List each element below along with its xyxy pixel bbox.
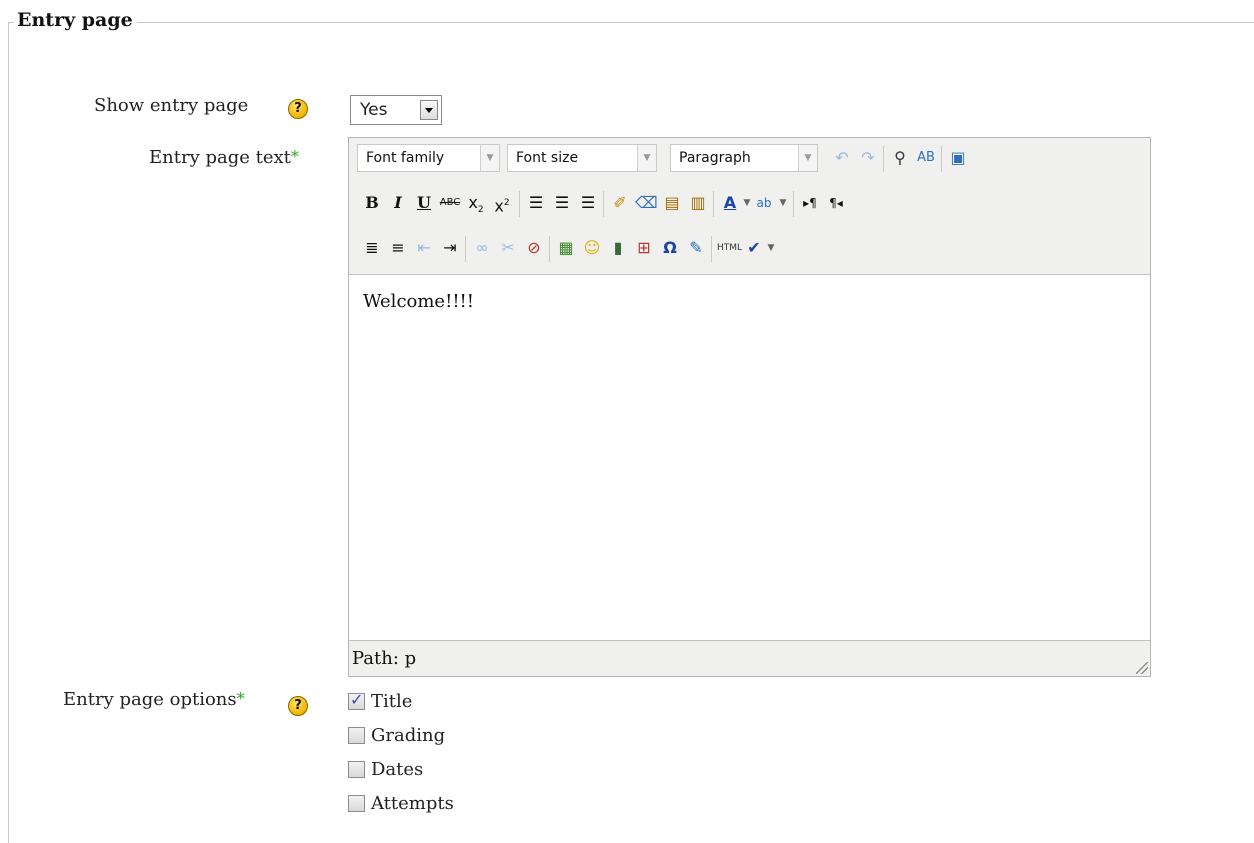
- toolbar-separator: [519, 191, 520, 217]
- toolbar-separator: [603, 191, 604, 217]
- align-right-icon[interactable]: ☰: [577, 192, 599, 214]
- rtl-icon[interactable]: ¶◂: [825, 192, 847, 214]
- editor-content-area[interactable]: Welcome!!!!: [349, 274, 1150, 641]
- chevron-down-icon: ▼: [637, 145, 656, 171]
- find-icon[interactable]: ⚲: [889, 147, 911, 169]
- background-color-icon[interactable]: ab: [753, 192, 775, 214]
- required-marker: *: [236, 689, 245, 708]
- strikethrough-icon[interactable]: ABC: [439, 192, 461, 214]
- text-color-dropdown-icon[interactable]: ▼: [741, 192, 753, 214]
- editor-status-bar: Path: p: [349, 641, 1150, 676]
- toolbar-separator: [883, 146, 884, 172]
- nolink-icon[interactable]: ⊘: [523, 237, 545, 259]
- chevron-down-icon: ▼: [798, 145, 817, 171]
- toolbar-separator: [793, 191, 794, 217]
- background-color-dropdown-icon[interactable]: ▼: [777, 192, 789, 214]
- checkbox-grading[interactable]: [348, 727, 365, 744]
- text-color-icon[interactable]: A: [719, 192, 741, 214]
- checkbox-dates[interactable]: [348, 761, 365, 778]
- insert-table-icon[interactable]: ⊞: [633, 237, 655, 259]
- superscript-icon[interactable]: x2: [491, 192, 513, 215]
- remove-format-icon[interactable]: ⌫: [635, 192, 658, 214]
- outdent-icon[interactable]: ⇤: [413, 237, 435, 259]
- unlink-icon[interactable]: ✂: [497, 237, 519, 259]
- help-icon[interactable]: ?: [288, 99, 308, 119]
- checkbox-attempts[interactable]: [348, 795, 365, 812]
- font-family-select[interactable]: Font family ▼: [357, 144, 500, 172]
- align-left-icon[interactable]: ☰: [525, 192, 547, 214]
- editor-path: Path: p: [352, 648, 417, 669]
- align-center-icon[interactable]: ☰: [551, 192, 573, 214]
- entry-page-options-label: Entry page options*: [63, 689, 245, 710]
- format-select[interactable]: Paragraph ▼: [670, 144, 818, 172]
- chevron-down-icon: ▼: [480, 145, 499, 171]
- resize-grip-icon[interactable]: [1136, 662, 1148, 674]
- rich-text-editor: Font family ▼ Font size ▼ Paragraph ▼ ↶ …: [348, 137, 1151, 677]
- editor-text: Welcome!!!!: [363, 291, 475, 312]
- entry-page-text-label: Entry page text*: [149, 147, 299, 168]
- emoticon-icon[interactable]: ☺: [581, 237, 603, 259]
- spellcheck-dropdown-icon[interactable]: ▼: [765, 237, 777, 259]
- editor-toolbar-row-2: B I U ABC x2 x2 ☰ ☰ ☰ ✐ ⌫ ▤ ▥ A ▼ ab ▼ ▸…: [349, 183, 1150, 224]
- redo-icon[interactable]: ↷: [857, 147, 879, 169]
- editor-toolbar-row-3: ≣ ≡ ⇤ ⇥ ∞ ✂ ⊘ ▦ ☺ ▮ ⊞ Ω ✎ HTML ✔ ▼: [349, 228, 1150, 269]
- bullet-list-icon[interactable]: ≣: [361, 237, 383, 259]
- insert-image-icon[interactable]: ▦: [555, 237, 577, 259]
- bold-icon[interactable]: B: [361, 192, 383, 214]
- font-size-select[interactable]: Font size ▼: [507, 144, 657, 172]
- replace-icon[interactable]: AB: [915, 147, 937, 169]
- toolbar-separator: [549, 236, 550, 262]
- toolbar-separator: [711, 236, 712, 262]
- ltr-icon[interactable]: ▸¶: [799, 192, 821, 214]
- section-legend: Entry page: [14, 9, 137, 31]
- indent-icon[interactable]: ⇥: [439, 237, 461, 259]
- required-marker: *: [290, 147, 299, 166]
- spellcheck-icon[interactable]: ✔: [743, 237, 765, 259]
- subscript-icon[interactable]: x2: [465, 192, 487, 215]
- insert-media-icon[interactable]: ▮: [607, 237, 629, 259]
- editor-toolbar-row-1: Font family ▼ Font size ▼ Paragraph ▼ ↶ …: [349, 138, 1150, 179]
- show-entry-page-label: Show entry page: [94, 95, 249, 116]
- italic-icon[interactable]: I: [387, 192, 409, 214]
- html-source-icon[interactable]: HTML: [717, 237, 742, 259]
- show-entry-page-select[interactable]: Yes: [350, 95, 442, 125]
- paste-word-icon[interactable]: ▥: [687, 192, 709, 214]
- toolbar-separator: [713, 191, 714, 217]
- underline-icon[interactable]: U: [413, 192, 435, 214]
- select-value: Yes: [360, 100, 388, 120]
- help-icon[interactable]: ?: [288, 696, 308, 716]
- chevron-down-icon[interactable]: [420, 100, 438, 120]
- paste-text-icon[interactable]: ▤: [661, 192, 683, 214]
- toolbar-separator: [941, 146, 942, 172]
- cleanup-icon[interactable]: ✐: [609, 192, 631, 214]
- link-icon[interactable]: ∞: [471, 237, 493, 259]
- toolbar-separator: [465, 236, 466, 262]
- edit-icon[interactable]: ✎: [685, 237, 707, 259]
- checkbox-title[interactable]: [348, 690, 365, 710]
- special-character-icon[interactable]: Ω: [659, 237, 681, 259]
- fullscreen-icon[interactable]: ▣: [947, 147, 969, 169]
- numbered-list-icon[interactable]: ≡: [387, 237, 409, 259]
- undo-icon[interactable]: ↶: [831, 147, 853, 169]
